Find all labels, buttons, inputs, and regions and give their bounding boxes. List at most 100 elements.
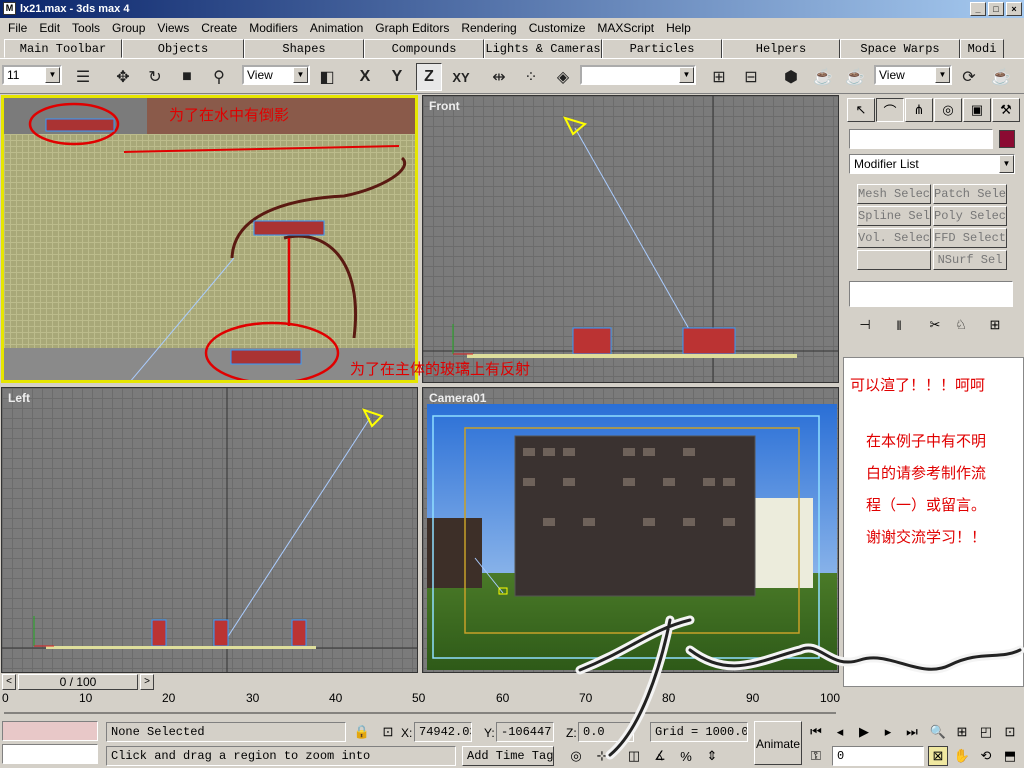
restrict-xy-button[interactable]: XY	[448, 63, 474, 91]
tab-main-toolbar[interactable]: Main Toolbar	[4, 39, 122, 58]
motion-tab-icon[interactable]: ◎	[934, 98, 962, 122]
restore-button[interactable]: □	[988, 2, 1004, 16]
menu-group[interactable]: Group	[106, 21, 151, 35]
add-time-tag-button[interactable]: Add Time Tag	[462, 746, 554, 766]
show-end-result-icon[interactable]: ‖	[889, 315, 909, 335]
nsurf-select-button[interactable]: NSurf Sel	[933, 250, 1007, 270]
menu-help[interactable]: Help	[660, 21, 697, 35]
tab-objects[interactable]: Objects	[122, 39, 244, 58]
mirror-icon[interactable]: ⇹	[486, 63, 512, 91]
make-unique-icon[interactable]: ✂	[925, 315, 945, 335]
viewport-left[interactable]: Left	[1, 387, 418, 673]
render-last-icon[interactable]: ⟳	[956, 63, 982, 91]
y-coordinate-field[interactable]: -106447.	[496, 722, 554, 742]
configure-modifier-sets-icon[interactable]: ⊞	[985, 315, 1005, 335]
tab-helpers[interactable]: Helpers	[722, 39, 840, 58]
tab-compounds[interactable]: Compounds	[364, 39, 484, 58]
menu-maxscript[interactable]: MAXScript	[591, 21, 660, 35]
pivot-center-icon[interactable]: ◧	[314, 63, 340, 91]
spline-select-button[interactable]: Spline Select	[857, 206, 931, 226]
align-icon[interactable]: ◈	[550, 63, 576, 91]
select-rotate-icon[interactable]: ↻	[142, 63, 168, 91]
ffd-select-button[interactable]: FFD Select	[933, 228, 1007, 248]
front-viewport-scene	[423, 96, 838, 382]
select-scale-icon[interactable]: ■	[174, 63, 200, 91]
display-tab-icon[interactable]: ▣	[963, 98, 991, 122]
frame-display[interactable]: 0 / 100	[18, 674, 138, 690]
tab-space-warps[interactable]: Space Warps	[840, 39, 960, 58]
menu-tools[interactable]: Tools	[66, 21, 106, 35]
title-bar: M lx21.max - 3ds max 4 _ □ ×	[0, 0, 1024, 18]
menu-edit[interactable]: Edit	[33, 21, 66, 35]
utilities-tab-icon[interactable]: ⚒	[992, 98, 1020, 122]
hierarchy-tab-icon[interactable]: ⋔	[905, 98, 933, 122]
named-selection-dropdown[interactable]: ▼	[580, 65, 696, 85]
schematic-view-icon[interactable]: ⊟	[738, 63, 764, 91]
note-line-1: 可以渲了！！！呵呵	[850, 376, 986, 394]
quick-render-icon[interactable]: ☕	[842, 63, 868, 91]
active-shade-icon[interactable]: ☕	[988, 63, 1014, 91]
modify-tab-arc-icon[interactable]: ⌒	[876, 98, 904, 122]
lock-selection-icon[interactable]: 🔒	[352, 722, 372, 742]
menu-graph-editors[interactable]: Graph Editors	[369, 21, 455, 35]
menu-customize[interactable]: Customize	[523, 21, 592, 35]
ref-coord-dropdown[interactable]: View ▼	[242, 65, 310, 85]
menu-file[interactable]: File	[2, 21, 33, 35]
x-label: X:	[401, 726, 413, 740]
select-move-icon[interactable]: ✥	[110, 63, 136, 91]
tick-10: 10	[79, 691, 93, 705]
tab-lights-cameras[interactable]: Lights & Cameras	[484, 39, 602, 58]
select-by-name-icon[interactable]: ☰	[70, 63, 96, 91]
vol-select-button[interactable]: Vol. Select	[857, 228, 931, 248]
render-type-dropdown[interactable]: View ▼	[874, 65, 952, 85]
material-editor-icon[interactable]: ⬢	[778, 63, 804, 91]
mesh-select-button[interactable]: Mesh Select	[857, 184, 931, 204]
minimize-button[interactable]: _	[970, 2, 986, 16]
render-scene-icon[interactable]: ☕	[810, 63, 836, 91]
close-button[interactable]: ×	[1006, 2, 1022, 16]
menu-modifiers[interactable]: Modifiers	[243, 21, 304, 35]
app-icon[interactable]: M	[3, 2, 16, 15]
tab-shapes[interactable]: Shapes	[244, 39, 364, 58]
restrict-y-button[interactable]: Y	[384, 63, 410, 91]
restrict-z-button[interactable]: Z	[416, 63, 442, 91]
tab-particles[interactable]: Particles	[602, 39, 722, 58]
create-tab-cursor-icon[interactable]: ↖	[847, 98, 875, 122]
object-color-swatch[interactable]	[999, 130, 1015, 148]
select-manipulate-icon[interactable]: ⚲	[206, 63, 232, 91]
poly-select-button[interactable]: Poly Select	[933, 206, 1007, 226]
menu-create[interactable]: Create	[195, 21, 243, 35]
track-view-icon[interactable]: ⊞	[706, 63, 732, 91]
window-title: lx21.max - 3ds max 4	[20, 3, 130, 15]
modifier-stack-list[interactable]	[849, 281, 1013, 307]
restrict-x-button[interactable]: X	[352, 63, 378, 91]
empty-modifier-button[interactable]	[857, 250, 931, 270]
maxscript-input-mini[interactable]	[2, 744, 98, 764]
tick-0: 0	[2, 691, 9, 705]
viewport-top[interactable]: 为了在水中有倒影	[1, 95, 418, 383]
menu-views[interactable]: Views	[151, 21, 195, 35]
note-line-3: 白的请参考制作流	[866, 464, 987, 482]
patch-select-button[interactable]: Patch Select	[933, 184, 1007, 204]
absolute-mode-icon[interactable]: ⊡	[378, 722, 398, 742]
maxscript-listener-mini[interactable]	[2, 721, 98, 741]
menu-rendering[interactable]: Rendering	[455, 21, 522, 35]
object-name-input[interactable]	[849, 129, 993, 149]
selection-filter-value: 11	[7, 68, 20, 82]
modifier-list-label: Modifier List	[854, 157, 919, 171]
remove-modifier-icon[interactable]: ♘	[951, 315, 971, 335]
signature-overlay	[575, 615, 1024, 760]
array-icon[interactable]: ⁘	[518, 63, 544, 91]
selection-filter-dropdown[interactable]: 11 ▼	[2, 65, 62, 85]
menu-bar: File Edit Tools Group Views Create Modif…	[0, 18, 1024, 38]
modifier-list-dropdown[interactable]: Modifier List ▼	[849, 154, 1015, 174]
prev-frame-icon[interactable]: <	[2, 674, 16, 690]
main-toolbar: 11 ▼ ☰ ✥ ↻ ■ ⚲ View ▼ ◧ X Y Z XY ⇹ ⁘ ◈ ▼…	[0, 58, 1024, 94]
next-frame-icon[interactable]: >	[140, 674, 154, 690]
command-panel: ↖ ⌒ ⋔ ◎ ▣ ⚒ Modifier List ▼ Mesh Select …	[843, 95, 1024, 355]
pin-stack-icon[interactable]: ⊣	[855, 315, 875, 335]
menu-animation[interactable]: Animation	[304, 21, 369, 35]
x-coordinate-field[interactable]: 74942.03	[414, 722, 472, 742]
tab-modifiers[interactable]: Modi	[960, 39, 1004, 58]
viewport-front[interactable]: Front	[422, 95, 839, 383]
